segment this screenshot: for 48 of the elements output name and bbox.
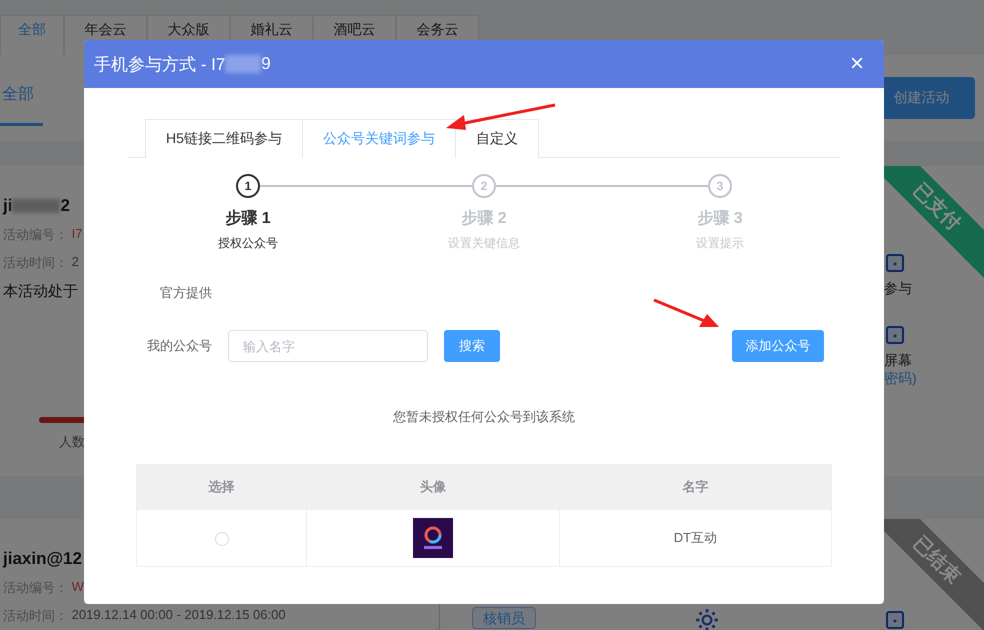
dialog-tab[interactable]: H5链接二维码参与 xyxy=(145,119,302,158)
account-label: 我的公众号 xyxy=(146,337,213,355)
dialog-title-end: 9 xyxy=(261,54,271,74)
column-header: 名字 xyxy=(559,464,832,510)
close-button[interactable]: × xyxy=(850,52,864,76)
step-number: 2 xyxy=(472,174,496,198)
account-name-cell: DT互动 xyxy=(559,510,832,566)
step-description: 设置关键信息 xyxy=(448,235,520,252)
side-label: 屏幕 xyxy=(884,352,912,370)
sub-tab[interactable]: 全部 xyxy=(0,70,43,126)
search-button[interactable]: 搜索 xyxy=(444,330,500,362)
add-account-button[interactable]: 添加公众号 xyxy=(732,330,824,362)
step-number: 3 xyxy=(708,174,732,198)
step-title: 步骤 3 xyxy=(697,208,743,229)
activity-time: 2 xyxy=(72,254,79,271)
category-tab[interactable]: 全部 xyxy=(0,15,64,55)
screen-icon xyxy=(886,254,904,272)
gear-icon xyxy=(694,607,720,630)
screen-icon xyxy=(886,611,904,629)
activity-time: 2019.12.14 00:00 - 2019.12.15 06:00 xyxy=(72,607,286,624)
activity-number: W xyxy=(72,579,84,596)
account-name: ji xyxy=(3,196,12,216)
step-title: 步骤 2 xyxy=(461,208,507,229)
redacted-block xyxy=(12,199,60,213)
step-number: 1 xyxy=(236,174,260,198)
step-description: 设置提示 xyxy=(696,235,744,252)
screen-icon xyxy=(886,326,904,344)
password-link[interactable]: 密码) xyxy=(884,370,917,388)
dialog-tab[interactable]: 自定义 xyxy=(454,119,539,158)
account-name: jiaxin@12 xyxy=(3,549,82,569)
redacted-block xyxy=(225,55,262,73)
official-label: 官方提供 xyxy=(159,284,213,302)
progress-label: 人数 xyxy=(59,433,86,451)
dialog-tab[interactable]: 公众号关键词参与 xyxy=(302,119,455,158)
avatar-logo xyxy=(413,518,454,558)
account-name-end: 2 xyxy=(60,196,70,216)
radio-button[interactable] xyxy=(214,532,229,546)
status-text: 本活动处于 xyxy=(3,282,78,301)
empty-message: 您暂未授权任何公众号到该系统 xyxy=(392,408,576,426)
dialog-title: 手机参与方式 - I7 xyxy=(94,54,226,76)
column-header: 选择 xyxy=(136,464,307,510)
column-header: 头像 xyxy=(306,464,560,510)
step-description: 授权公众号 xyxy=(218,235,278,252)
name-input-field[interactable]: 输入名字 xyxy=(228,330,428,362)
activity-number: I7 xyxy=(72,226,82,243)
side-label: 参与 xyxy=(884,280,912,298)
step-title: 步骤 1 xyxy=(225,208,271,229)
annotation-arrow xyxy=(652,298,722,330)
